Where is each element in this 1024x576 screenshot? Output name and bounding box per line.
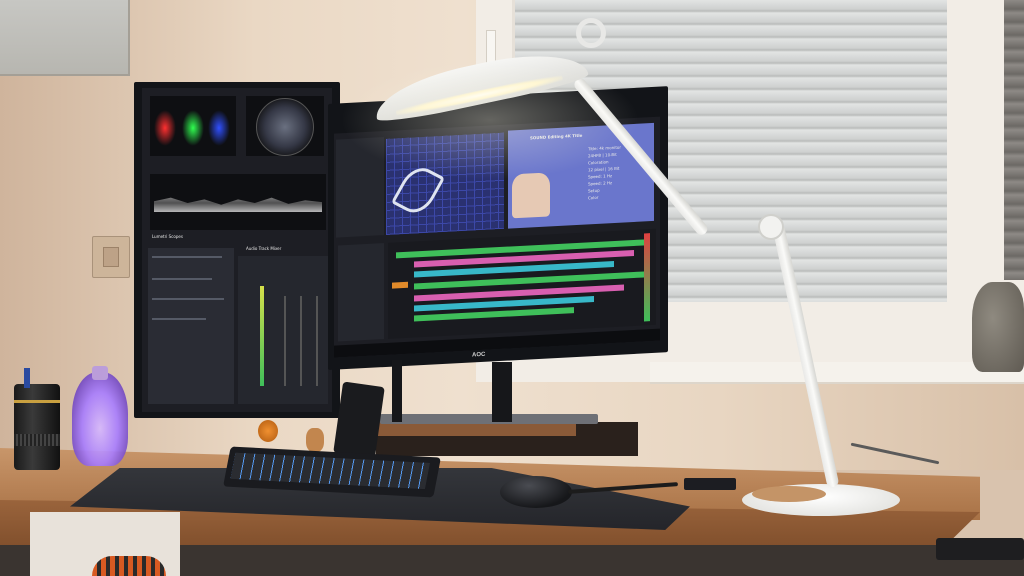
floor-cable-reel [92,556,166,576]
preview-line-1: Title: 4k monitor [588,144,621,152]
project-panel [336,137,384,238]
preview-line-3: Coloration [588,159,609,166]
desk-lamp-top-knob [576,18,606,48]
lamp-cork-pad [752,486,826,502]
effect-controls-panel [148,248,234,404]
crystal-skull-bottle [72,366,128,466]
window-blinds-right [1004,0,1024,280]
desk-setup-photo: Lumetri Scopes Audio Track Mixer SOUND E… [0,0,1024,576]
preview-title: SOUND Editing 4K Title [530,132,583,141]
preview-line-7: Setup [588,187,600,194]
stone-figurine [972,282,1024,372]
preview-line-8: Color [588,194,599,201]
monitor-brand-logo: AOC [472,351,486,359]
monitor-shelf [376,422,638,456]
shelf-hub [380,414,598,424]
light-switch [92,236,130,278]
gaming-mouse [500,476,572,508]
landscape-screen: SOUND Editing 4K Title Title: 4k monitor… [334,116,660,358]
window-sill [650,362,1024,384]
monitor-stand-pole [392,360,402,422]
preview-line-6: Speed: 2 Hz [588,180,613,187]
desk-lamp-base [742,484,900,516]
rgb-parade-scope [150,96,236,156]
desk-gadget [684,478,736,490]
audio-meters-left [338,243,384,342]
portrait-screen: Lumetri Scopes Audio Track Mixer [142,88,332,412]
vectorscope [246,96,324,156]
figurine-bear [306,428,324,452]
desk-lamp-joint [758,214,784,240]
panel-label-mixer: Audio Track Mixer [246,246,282,251]
lens-mug-pens [24,368,30,388]
source-preview [386,132,504,235]
portrait-monitor: Lumetri Scopes Audio Track Mixer [134,82,340,418]
preview-line-5: Speed: 1 Hz [588,173,613,180]
camera-lens-mug [14,384,60,470]
preview-line-4: 12 pixel | 16 Bit [588,165,620,173]
figurine-pumpkin [258,420,278,442]
monitor-stand-arm [492,362,512,422]
power-strip [936,538,1024,560]
timeline-panel [388,228,656,339]
preview-line-2: 24HFB | 10-Bit [588,151,617,159]
waveform-scope [150,174,326,230]
audio-mixer-panel [238,256,328,404]
wall-picture [0,0,130,76]
panel-label-scopes: Lumetri Scopes [152,234,183,239]
